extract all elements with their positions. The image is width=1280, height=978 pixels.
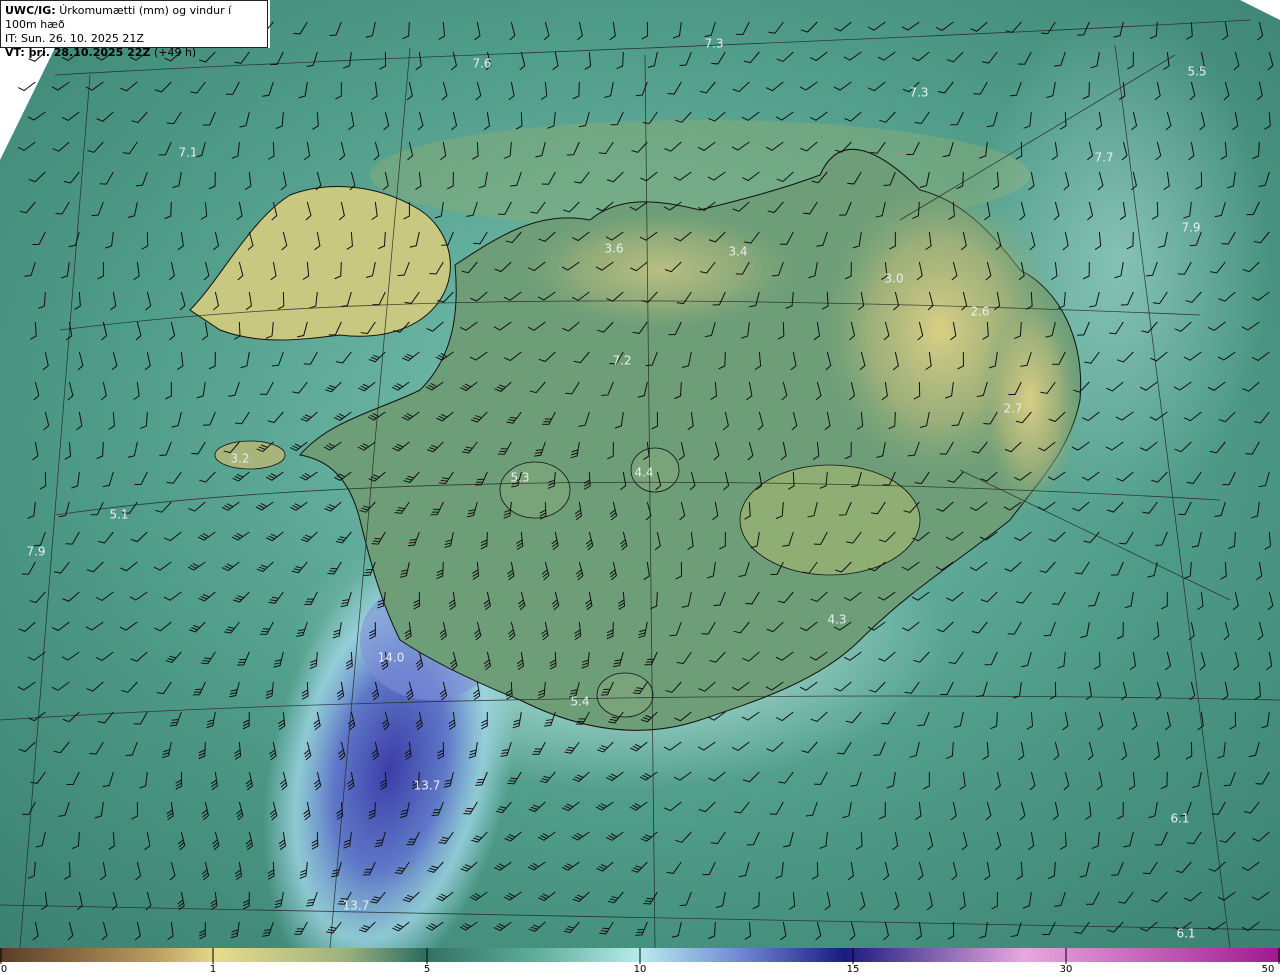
value-label: 3.4 (728, 245, 747, 259)
value-label: 7.1 (178, 146, 197, 160)
colorbar-gradient (0, 948, 1280, 964)
colorbar-tick: 15 (846, 964, 860, 975)
value-label: 4.3 (827, 613, 846, 627)
east-fjords (980, 290, 1080, 510)
value-label: 3.6 (604, 242, 623, 256)
value-label: 7.9 (1181, 221, 1200, 235)
value-label: 4.4 (634, 466, 653, 480)
value-label: 7.3 (704, 37, 723, 51)
colorbar-tick: 30 (1059, 964, 1073, 975)
value-label: 13.7 (343, 899, 370, 913)
value-label: 7.3 (909, 86, 928, 100)
snaefellsnes (214, 440, 286, 470)
value-label: 2.7 (1003, 402, 1022, 416)
colorbar: 0 1 5 10 15 30 50 (0, 948, 1280, 978)
value-label: 2.6 (970, 305, 989, 319)
init-time: IT: Sun. 26. 10. 2025 21Z (5, 32, 144, 45)
colorbar-tick: 10 (633, 964, 647, 975)
value-label: 3.2 (230, 452, 249, 466)
colorbar-tick: 1 (209, 964, 217, 975)
colorbar-tick: 0 (0, 964, 8, 975)
value-label: 7.6 (472, 57, 491, 71)
value-label: 3.0 (884, 272, 903, 286)
colorbar-tick: 50 (1261, 964, 1275, 975)
value-label: 14.0 (378, 651, 405, 665)
model-name: UWC/IG: (5, 4, 56, 17)
map-header: UWC/IG: Úrkomumætti (mm) og vindur í 100… (0, 0, 268, 59)
precipitation-map: 7.3 7.6 5.5 7.3 7.1 7.7 7.9 3.6 3.4 3.0 2.6 7.2 2.7 3… (0, 0, 1280, 948)
valid-time: VT: þri. 28.10.2025 22Z (5, 46, 151, 59)
colorbar-tick: 5 (423, 964, 431, 975)
lead-time: (+49 h) (153, 46, 197, 59)
north-peninsulas (520, 210, 800, 330)
value-label: 6.1 (1176, 927, 1195, 941)
value-label: 13.7 (414, 779, 441, 793)
vatnajokull (739, 464, 921, 576)
value-label: 7.7 (1094, 151, 1113, 165)
value-label: 5.5 (1187, 65, 1206, 79)
value-label: 7.9 (26, 545, 45, 559)
value-label: 6.1 (1170, 812, 1189, 826)
value-label: 5.4 (570, 695, 589, 709)
value-label: 7.2 (612, 354, 631, 368)
value-label: 5.3 (510, 471, 529, 485)
value-label: 5.1 (109, 508, 128, 522)
